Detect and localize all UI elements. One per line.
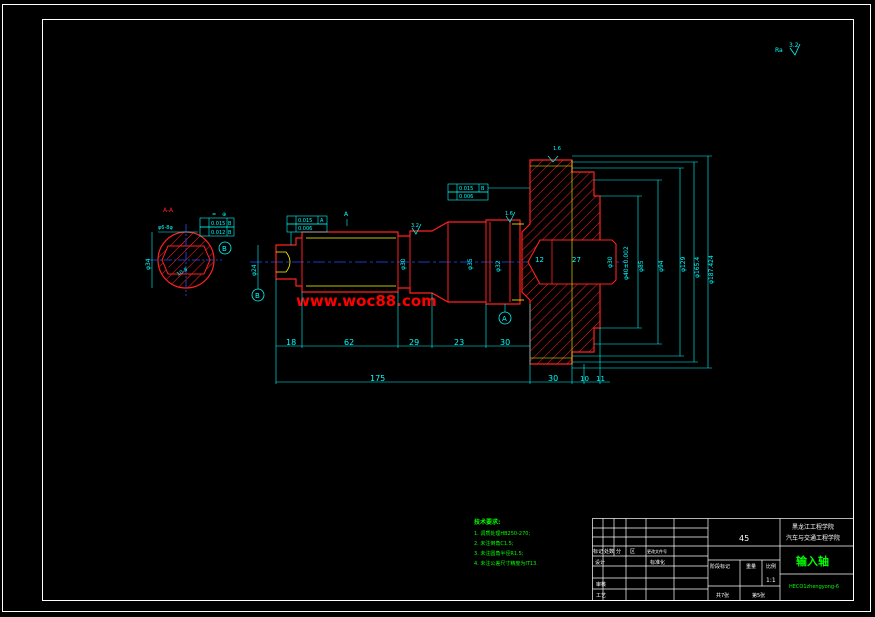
svg-text:0.015: 0.015 [298, 218, 312, 224]
watermark-text: www.woc88.com [296, 292, 437, 310]
sheet-inner-border [42, 19, 854, 601]
svg-text:29: 29 [409, 338, 419, 347]
svg-text:φ32: φ32 [495, 260, 502, 272]
svg-text:62: 62 [344, 338, 354, 347]
svg-text:30: 30 [500, 338, 510, 347]
svg-text:第5张: 第5张 [752, 592, 765, 599]
svg-text:0.015: 0.015 [211, 221, 225, 227]
svg-text:审核: 审核 [596, 581, 606, 588]
svg-text:阶段标记: 阶段标记 [710, 563, 730, 570]
svg-text:A: A [344, 211, 349, 218]
svg-text:18: 18 [286, 338, 296, 347]
svg-text:φ30: φ30 [607, 256, 614, 268]
svg-text:1. 调质处理HB250-270;: 1. 调质处理HB250-270; [474, 530, 530, 537]
svg-text:B: B [255, 292, 260, 300]
svg-text:⊕: ⊕ [222, 212, 226, 218]
svg-text:φ165.4: φ165.4 [694, 257, 701, 278]
cad-drawing-canvas: Ra 3.2 A-A φ34 φ6-8φ 10-8 0.015 B 0.012 … [2, 4, 871, 612]
svg-text:3. 未注圆角半径R1.5;: 3. 未注圆角半径R1.5; [474, 550, 524, 557]
svg-text:标准化: 标准化 [650, 559, 665, 566]
svg-text:φ6-8φ: φ6-8φ [158, 225, 173, 231]
svg-text:1.6: 1.6 [553, 146, 561, 152]
svg-text:2. 未注倒角C1.5;: 2. 未注倒角C1.5; [474, 540, 514, 547]
svg-text:0.006: 0.006 [298, 226, 312, 232]
svg-text:HECO1zhengyong-6: HECO1zhengyong-6 [789, 584, 839, 590]
svg-text:处数: 处数 [604, 548, 614, 555]
svg-text:重量: 重量 [746, 563, 756, 570]
svg-text:区: 区 [630, 549, 635, 555]
title-block-text: 45 黑龙江工程学院 汽车与交通工程学院 输入轴 HECO1zhengyong-… [593, 523, 840, 599]
svg-text:3.2: 3.2 [789, 42, 799, 49]
svg-text:12: 12 [535, 256, 544, 264]
svg-text:φ35: φ35 [467, 258, 474, 270]
svg-text:B: B [481, 186, 485, 192]
svg-text:30: 30 [548, 374, 558, 383]
svg-text:φ34: φ34 [145, 258, 152, 270]
part-name: 输入轴 [796, 554, 829, 568]
svg-text:设计: 设计 [595, 559, 605, 566]
svg-text:标记: 标记 [593, 548, 603, 555]
svg-text:比例: 比例 [766, 563, 776, 570]
svg-text:4. 未注公差尺寸精度为IT13.: 4. 未注公差尺寸精度为IT13. [474, 560, 538, 567]
svg-text:φ94: φ94 [658, 260, 665, 272]
svg-text:共7张: 共7张 [716, 592, 729, 599]
svg-text:27: 27 [572, 256, 581, 264]
svg-text:A: A [320, 218, 324, 224]
svg-text:=: = [212, 212, 216, 218]
svg-text:φ30: φ30 [400, 258, 407, 270]
svg-text:更改文件号: 更改文件号 [647, 548, 667, 554]
svg-text:工艺: 工艺 [596, 593, 606, 599]
svg-text:B: B [228, 230, 232, 236]
svg-text:B: B [228, 221, 232, 227]
svg-text:A: A [502, 315, 507, 323]
svg-text:10: 10 [580, 375, 589, 383]
svg-text:φ24: φ24 [251, 264, 258, 276]
svg-text:11: 11 [596, 375, 605, 383]
svg-text:B: B [222, 245, 227, 253]
svg-text:φ187.424: φ187.424 [708, 255, 715, 284]
svg-text:0.015: 0.015 [459, 186, 473, 192]
section-view-a-a: A-A φ34 φ6-8φ 10-8 0.015 B 0.012 B = ⊕ B [145, 207, 235, 296]
roughness-corner-mark: Ra 3.2 [775, 42, 801, 56]
shaft-main-view: www.woc88.com A 3.2 1.6 1.6 0.015 A 0.00… [250, 146, 715, 384]
svg-text:23: 23 [454, 338, 464, 347]
svg-text:1:1: 1:1 [766, 577, 776, 584]
svg-text:φ129: φ129 [680, 256, 687, 272]
svg-text:汽车与交通工程学院: 汽车与交通工程学院 [786, 534, 840, 542]
svg-text:45: 45 [739, 534, 749, 543]
svg-text:技术要求:: 技术要求: [474, 518, 500, 526]
svg-text:175: 175 [370, 374, 385, 383]
svg-text:分: 分 [616, 548, 621, 555]
svg-text:φ40±0.002: φ40±0.002 [623, 246, 630, 280]
svg-text:φ85: φ85 [638, 260, 645, 272]
svg-text:黑龙江工程学院: 黑龙江工程学院 [792, 523, 834, 531]
svg-text:Ra: Ra [775, 47, 783, 54]
svg-text:0.006: 0.006 [459, 194, 473, 200]
svg-text:0.012: 0.012 [211, 230, 225, 236]
svg-text:A-A: A-A [163, 207, 174, 214]
technical-notes: 技术要求: 1. 调质处理HB250-270; 2. 未注倒角C1.5; 3. … [474, 518, 538, 567]
